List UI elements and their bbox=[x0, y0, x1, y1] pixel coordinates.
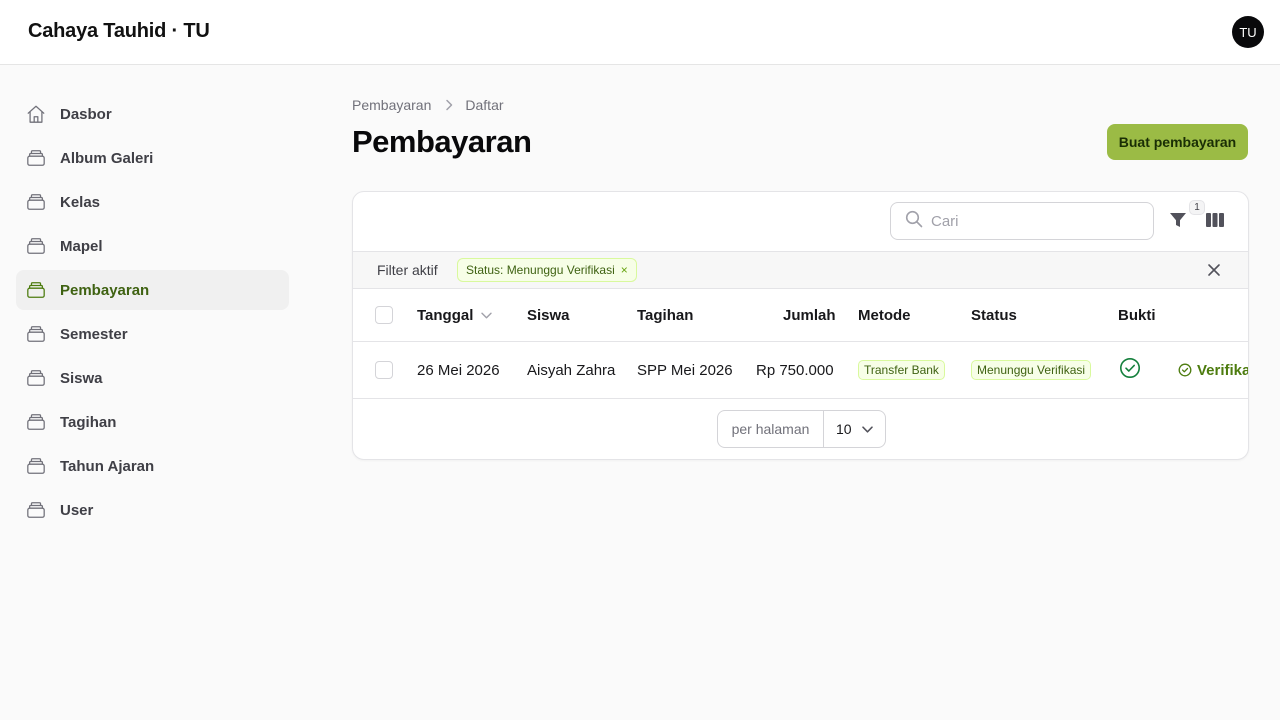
columns-icon[interactable] bbox=[1205, 210, 1227, 232]
status-badge: Menunggu Verifikasi bbox=[971, 360, 1092, 380]
stack-icon bbox=[26, 236, 46, 256]
verify-button[interactable]: Verifikasi bbox=[1178, 361, 1248, 379]
verify-button-label: Verifikasi bbox=[1197, 361, 1248, 379]
sidebar-item-label: Tagihan bbox=[60, 413, 117, 431]
sidebar: Dasbor Album Galeri Kelas Mapel Pembayar… bbox=[16, 94, 289, 534]
row-checkbox[interactable] bbox=[375, 361, 393, 379]
cell-bukti bbox=[1119, 342, 1141, 398]
row-select-cell bbox=[375, 342, 393, 398]
stack-icon bbox=[26, 500, 46, 520]
stack-icon bbox=[26, 192, 46, 212]
table-row[interactable]: 26 Mei 2026 Aisyah Zahra SPP Mei 2026 Rp… bbox=[353, 342, 1248, 399]
breadcrumb-current: Daftar bbox=[465, 97, 504, 113]
filter-count-badge: 1 bbox=[1189, 200, 1205, 215]
breadcrumb-parent[interactable]: Pembayaran bbox=[352, 97, 431, 113]
column-header-label: Tanggal bbox=[417, 306, 474, 324]
sidebar-item-mapel[interactable]: Mapel bbox=[16, 226, 289, 266]
select-all-cell bbox=[375, 289, 393, 341]
column-header-tanggal[interactable]: Tanggal bbox=[417, 289, 493, 341]
per-page-value: 10 bbox=[836, 421, 852, 437]
sidebar-item-label: Mapel bbox=[60, 237, 103, 255]
breadcrumb: Pembayaran Daftar bbox=[352, 97, 504, 113]
per-page-control: per halaman 10 bbox=[717, 410, 886, 448]
clear-filters-icon[interactable] bbox=[1205, 261, 1223, 279]
sidebar-item-label: Album Galeri bbox=[60, 149, 154, 167]
stack-icon bbox=[26, 456, 46, 476]
cell-siswa: Aisyah Zahra bbox=[527, 361, 616, 379]
app-brand[interactable]: Cahaya Tauhid · TU bbox=[28, 20, 210, 43]
sidebar-item-label: Dasbor bbox=[60, 105, 112, 123]
sidebar-item-label: User bbox=[60, 501, 94, 519]
cell-status: Menunggu Verifikasi bbox=[971, 342, 1092, 398]
chevron-down-icon bbox=[481, 312, 493, 319]
column-header-status: Status bbox=[971, 306, 1017, 324]
per-page-select[interactable]: 10 bbox=[824, 411, 885, 447]
per-page-label: per halaman bbox=[718, 411, 824, 447]
stack-icon bbox=[26, 412, 46, 432]
stack-icon bbox=[26, 368, 46, 388]
active-filters-label: Filter aktif bbox=[377, 262, 438, 278]
filter-chip-status: Status: Menunggu Verifikasi × bbox=[457, 258, 637, 282]
active-filters-bar: Filter aktif Status: Menunggu Verifikasi… bbox=[353, 252, 1248, 289]
search-icon bbox=[905, 210, 923, 233]
sidebar-item-semester[interactable]: Semester bbox=[16, 314, 289, 354]
create-payment-button[interactable]: Buat pembayaran bbox=[1107, 124, 1248, 160]
sidebar-item-label: Siswa bbox=[60, 369, 103, 387]
chevron-down-icon bbox=[852, 425, 873, 433]
column-header-siswa: Siswa bbox=[527, 306, 570, 324]
column-header-bukti: Bukti bbox=[1118, 306, 1156, 324]
cell-metode: Transfer Bank bbox=[858, 342, 945, 398]
sidebar-item-user[interactable]: User bbox=[16, 490, 289, 530]
cell-action: Verifikasi bbox=[1178, 342, 1248, 398]
search-box bbox=[890, 202, 1154, 240]
sidebar-item-tagihan[interactable]: Tagihan bbox=[16, 402, 289, 442]
sidebar-item-siswa[interactable]: Siswa bbox=[16, 358, 289, 398]
column-header-metode: Metode bbox=[858, 306, 911, 324]
stack-icon bbox=[26, 324, 46, 344]
column-header-jumlah: Jumlah bbox=[783, 306, 836, 324]
remove-filter-icon[interactable]: × bbox=[621, 263, 628, 277]
select-all-checkbox[interactable] bbox=[375, 306, 393, 324]
sidebar-item-label: Pembayaran bbox=[60, 281, 150, 299]
cell-tanggal: 26 Mei 2026 bbox=[417, 361, 500, 379]
sidebar-item-album-galeri[interactable]: Album Galeri bbox=[16, 138, 289, 178]
search-input[interactable] bbox=[931, 212, 1131, 230]
sidebar-item-label: Tahun Ajaran bbox=[60, 457, 155, 475]
method-badge: Transfer Bank bbox=[858, 360, 945, 380]
chevron-right-icon bbox=[445, 99, 453, 111]
column-header-tagihan: Tagihan bbox=[637, 306, 694, 324]
cell-jumlah: Rp 750.000 bbox=[756, 361, 834, 379]
sidebar-item-label: Semester bbox=[60, 325, 128, 343]
sidebar-item-dasbor[interactable]: Dasbor bbox=[16, 94, 289, 134]
table-header: Tanggal Siswa Tagihan Jumlah Metode Stat… bbox=[353, 289, 1248, 342]
sidebar-item-label: Kelas bbox=[60, 193, 101, 211]
table-toolbar: 1 bbox=[353, 192, 1248, 252]
filter-icon[interactable] bbox=[1168, 210, 1190, 232]
sidebar-item-kelas[interactable]: Kelas bbox=[16, 182, 289, 222]
home-icon bbox=[26, 104, 46, 124]
user-avatar[interactable]: TU bbox=[1232, 16, 1264, 48]
top-bar: Cahaya Tauhid · TU TU bbox=[0, 0, 1280, 65]
sidebar-item-tahun-ajaran[interactable]: Tahun Ajaran bbox=[16, 446, 289, 486]
page-title: Pembayaran bbox=[352, 124, 532, 159]
check-circle-icon[interactable] bbox=[1119, 357, 1141, 383]
cell-tagihan: SPP Mei 2026 bbox=[637, 361, 733, 379]
payments-table-card: 1 Filter aktif Status: Menunggu Verifika… bbox=[352, 191, 1249, 460]
filter-chip-label: Status: Menunggu Verifikasi bbox=[466, 263, 615, 277]
sidebar-item-pembayaran[interactable]: Pembayaran bbox=[16, 270, 289, 310]
stack-icon bbox=[26, 280, 46, 300]
stack-icon bbox=[26, 148, 46, 168]
